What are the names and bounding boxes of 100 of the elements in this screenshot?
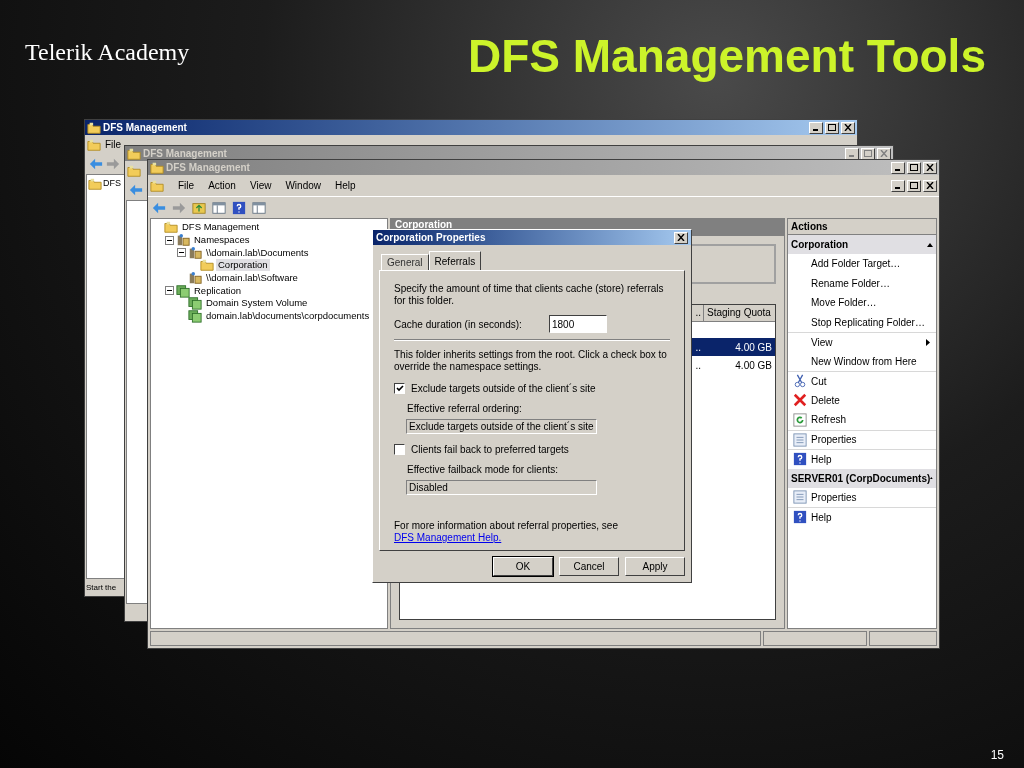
dialog-button[interactable]: OK bbox=[493, 557, 553, 576]
checkbox-label[interactable]: Exclude targets outside of the client´s site bbox=[411, 381, 596, 396]
close-button[interactable] bbox=[674, 231, 688, 244]
collapse-icon[interactable] bbox=[177, 248, 186, 258]
replication-icon bbox=[188, 309, 202, 324]
input-field[interactable]: 1800 bbox=[549, 315, 607, 333]
collapse-arrow-icon[interactable] bbox=[927, 242, 933, 247]
tree-item[interactable]: Namespaces bbox=[192, 234, 252, 247]
task-link[interactable]: Rename Folder… bbox=[788, 273, 936, 293]
table-cell-text: .. bbox=[694, 340, 702, 355]
checkbox-label[interactable]: Clients fail back to preferred targets bbox=[411, 442, 569, 457]
menu-item[interactable]: File bbox=[178, 178, 195, 193]
close-button[interactable] bbox=[923, 161, 937, 174]
task-link[interactable]: Delete bbox=[788, 390, 936, 410]
close-button[interactable] bbox=[923, 179, 937, 192]
pane-title: Actions bbox=[791, 220, 828, 234]
tree-item[interactable]: Replication bbox=[192, 284, 243, 297]
task-link[interactable]: Properties bbox=[788, 487, 936, 507]
maximize-icon bbox=[828, 124, 836, 131]
menu-item[interactable]: View bbox=[249, 178, 272, 193]
folder-icon bbox=[127, 163, 141, 178]
tab[interactable]: General bbox=[381, 254, 429, 270]
help-link[interactable]: DFS Management Help. bbox=[394, 532, 502, 543]
close-icon bbox=[880, 150, 888, 157]
forward-arrow-icon bbox=[172, 200, 186, 215]
panel-icon bbox=[212, 200, 226, 215]
tree-item[interactable]: DFS bbox=[103, 177, 121, 191]
help-icon bbox=[792, 452, 807, 467]
collapse-icon[interactable] bbox=[165, 235, 174, 245]
help-icon bbox=[792, 510, 807, 525]
maximize-button[interactable] bbox=[825, 121, 839, 134]
read-only-field: Exclude targets outside of the client´s site bbox=[406, 419, 597, 434]
status-text: Start the bbox=[86, 581, 117, 594]
tab[interactable]: Referrals bbox=[428, 251, 482, 270]
dialog-button[interactable]: Cancel bbox=[559, 557, 619, 576]
task-link[interactable]: Cut bbox=[788, 371, 936, 391]
properties-icon bbox=[792, 490, 807, 505]
column-header[interactable]: Staging Quota bbox=[703, 305, 775, 321]
menu-item[interactable]: Help bbox=[335, 178, 356, 193]
tree-item[interactable]: \\domain.lab\Documents bbox=[204, 246, 311, 259]
page-number: 15 bbox=[990, 748, 1004, 762]
window-title: DFS Management bbox=[166, 161, 250, 175]
task-link[interactable]: New Window from Here bbox=[788, 351, 936, 371]
tree-item[interactable]: domain.lab\documents\corpdocuments bbox=[204, 310, 372, 323]
minimize-icon bbox=[895, 169, 900, 171]
tree-item[interactable]: Corporation bbox=[216, 259, 270, 272]
folder-icon bbox=[87, 120, 101, 135]
folder-icon bbox=[192, 200, 206, 215]
help-icon bbox=[232, 200, 246, 215]
collapse-arrow-icon[interactable] bbox=[930, 476, 933, 480]
minimize-button[interactable] bbox=[891, 161, 905, 174]
menu-item[interactable]: Window bbox=[285, 178, 321, 193]
back-arrow-icon bbox=[89, 157, 103, 171]
maximize-icon bbox=[910, 182, 918, 189]
folder-icon bbox=[150, 178, 164, 193]
group-title: Corporation bbox=[791, 238, 849, 252]
tree-item[interactable]: Domain System Volume bbox=[204, 297, 310, 310]
checkbox[interactable] bbox=[394, 383, 405, 394]
table-cell-text: 4.00 GB bbox=[734, 358, 773, 373]
tree-item[interactable]: DFS Management bbox=[180, 221, 262, 234]
dialog-button[interactable]: Apply bbox=[625, 557, 685, 576]
maximize-icon bbox=[910, 164, 918, 171]
folder-icon bbox=[150, 160, 164, 175]
minimize-icon bbox=[895, 187, 900, 189]
group-header[interactable]: SERVER01 (CorpDocuments) bbox=[788, 468, 936, 488]
task-link[interactable]: View bbox=[788, 332, 936, 352]
folder-icon bbox=[127, 146, 141, 161]
tree-item[interactable]: \\domain.lab\Software bbox=[204, 272, 300, 285]
task-link[interactable]: Stop Replicating Folder… bbox=[788, 312, 936, 332]
minimize-button[interactable] bbox=[891, 179, 905, 192]
maximize-button[interactable] bbox=[907, 179, 921, 192]
maximize-button[interactable] bbox=[907, 161, 921, 174]
task-link[interactable]: Help bbox=[788, 449, 936, 469]
submenu-arrow-icon bbox=[926, 338, 930, 346]
folder-icon bbox=[88, 177, 102, 191]
task-link[interactable]: Properties bbox=[788, 429, 936, 449]
server-icon bbox=[188, 245, 202, 260]
task-link[interactable]: Refresh bbox=[788, 410, 936, 430]
menu-item[interactable]: Action bbox=[208, 178, 236, 193]
forward-arrow-icon bbox=[106, 157, 120, 171]
collapse-icon[interactable] bbox=[165, 286, 174, 296]
minimize-icon bbox=[849, 155, 854, 157]
close-button[interactable] bbox=[877, 147, 891, 160]
task-link[interactable]: Add Folder Target… bbox=[788, 254, 936, 274]
close-button[interactable] bbox=[841, 121, 855, 134]
checkbox[interactable] bbox=[394, 444, 405, 455]
minimize-icon bbox=[813, 129, 818, 131]
maximize-button[interactable] bbox=[861, 147, 875, 160]
task-link[interactable]: Help bbox=[788, 507, 936, 527]
minimize-button[interactable] bbox=[845, 147, 859, 160]
task-link[interactable]: Move Folder… bbox=[788, 293, 936, 313]
group-header[interactable]: Corporation bbox=[788, 235, 936, 254]
server-icon bbox=[188, 271, 202, 286]
window-title: DFS Management bbox=[103, 121, 187, 135]
folder-icon bbox=[87, 137, 101, 152]
field-label: Effective referral ordering: bbox=[407, 402, 523, 416]
pane-title: Corporation bbox=[395, 219, 453, 230]
menu-item[interactable]: File bbox=[105, 137, 122, 152]
minimize-button[interactable] bbox=[809, 121, 823, 134]
back-arrow-icon bbox=[152, 200, 166, 215]
